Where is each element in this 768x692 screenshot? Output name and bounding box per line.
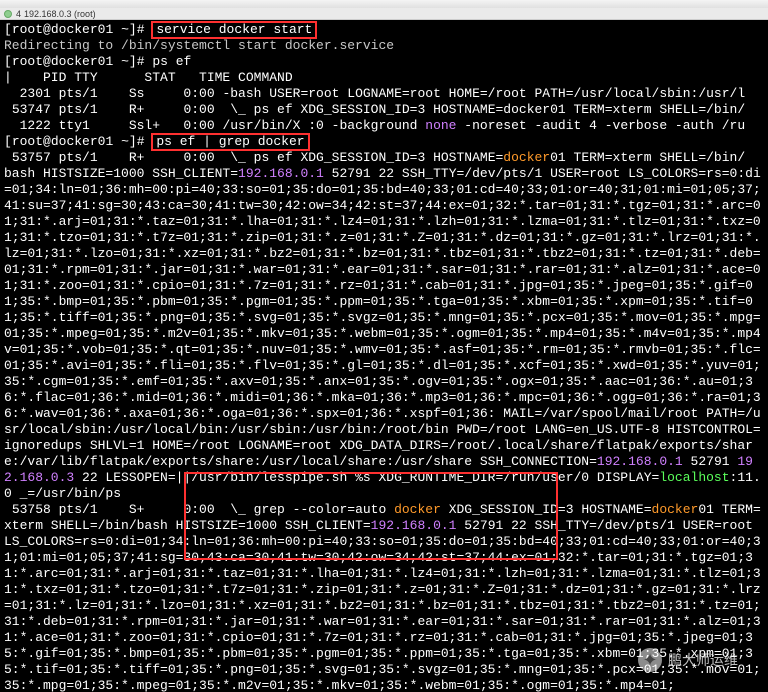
prompt-line-1: [root@docker01 ~]#: [4, 22, 152, 37]
output-redirect: Redirecting to /bin/systemctl start dock…: [4, 38, 394, 53]
conn-ip1: 192.168.0.1: [597, 454, 683, 469]
cmd-service-docker-start: service docker start: [156, 22, 312, 37]
ls-colors-block: di=01;34:ln=01;36:mh=00:pi=40;33:so=01;3…: [4, 166, 761, 469]
grep-row2-a: 53758 pts/1 S+ 0:00 \_ grep --color=auto: [4, 502, 394, 517]
highlight-cmd-1: service docker start: [152, 22, 316, 38]
conn-tail-a: 22 LESSOPEN=||/usr/bin/lesspipe.sh %s XD…: [74, 470, 659, 485]
grep-row1-b: 01 TERM=xterm SHELL=/bin/: [550, 150, 745, 165]
cmd-ps-grep-docker: ps ef | grep docker: [156, 134, 304, 149]
grep-row2-docker2: docker: [652, 502, 699, 517]
ls-colors-block-2: 1;34:ln=01;36:mh=00:pi=40;33:so=01;35:do…: [4, 534, 761, 692]
ps-none: none: [425, 118, 456, 133]
ps-row-1: 2301 pts/1 Ss 0:00 -bash USER=root LOGNA…: [4, 86, 745, 101]
grep-row2-docker1: docker: [394, 502, 441, 517]
grep-row2-ip: 192.168.0.1: [371, 518, 457, 533]
conn-mid: 52791: [683, 454, 738, 469]
grep-row2-b: XDG_SESSION_ID=3 HOSTNAME=: [441, 502, 652, 517]
tab-strip[interactable]: 4 192.168.0.3 (root): [0, 8, 768, 20]
cmd-ps-ef: ps ef: [152, 54, 191, 69]
grep-row1-docker: docker: [503, 150, 550, 165]
ps-header: | PID TTY STAT TIME COMMAND: [4, 70, 293, 85]
tab-status-icon: [4, 10, 12, 18]
terminal-window: 4 192.168.0.3 (root) [root@docker01 ~]# …: [0, 0, 768, 692]
ps-row-2: 53747 pts/1 R+ 0:00 \_ ps ef XDG_SESSION…: [4, 102, 745, 117]
prompt-line-3: [root@docker01 ~]#: [4, 134, 152, 149]
ps-row-3b: -noreset -audit 4 -verbose -auth /ru: [457, 118, 746, 133]
display-localhost: localhost: [659, 470, 729, 485]
ps-row-3a: 1222 tty1 Ssl+ 0:00 /usr/bin/X :0 -backg…: [4, 118, 425, 133]
terminal-viewport[interactable]: [root@docker01 ~]# service docker start …: [0, 20, 768, 692]
highlight-cmd-2: ps ef | grep docker: [152, 134, 308, 150]
ssh-client-ip: 192.168.0.1: [238, 166, 324, 181]
window-titlebar[interactable]: [0, 0, 768, 8]
grep-row1-a: 53757 pts/1 R+ 0:00 \_ ps ef XDG_SESSION…: [4, 150, 503, 165]
prompt-line-2: [root@docker01 ~]#: [4, 54, 152, 69]
env-pre: bash HISTSIZE=1000 SSH_CLIENT=: [4, 166, 238, 181]
env-post: 52791 22 SSH_TTY=/dev/pts/1 USER=root LS…: [324, 166, 745, 181]
